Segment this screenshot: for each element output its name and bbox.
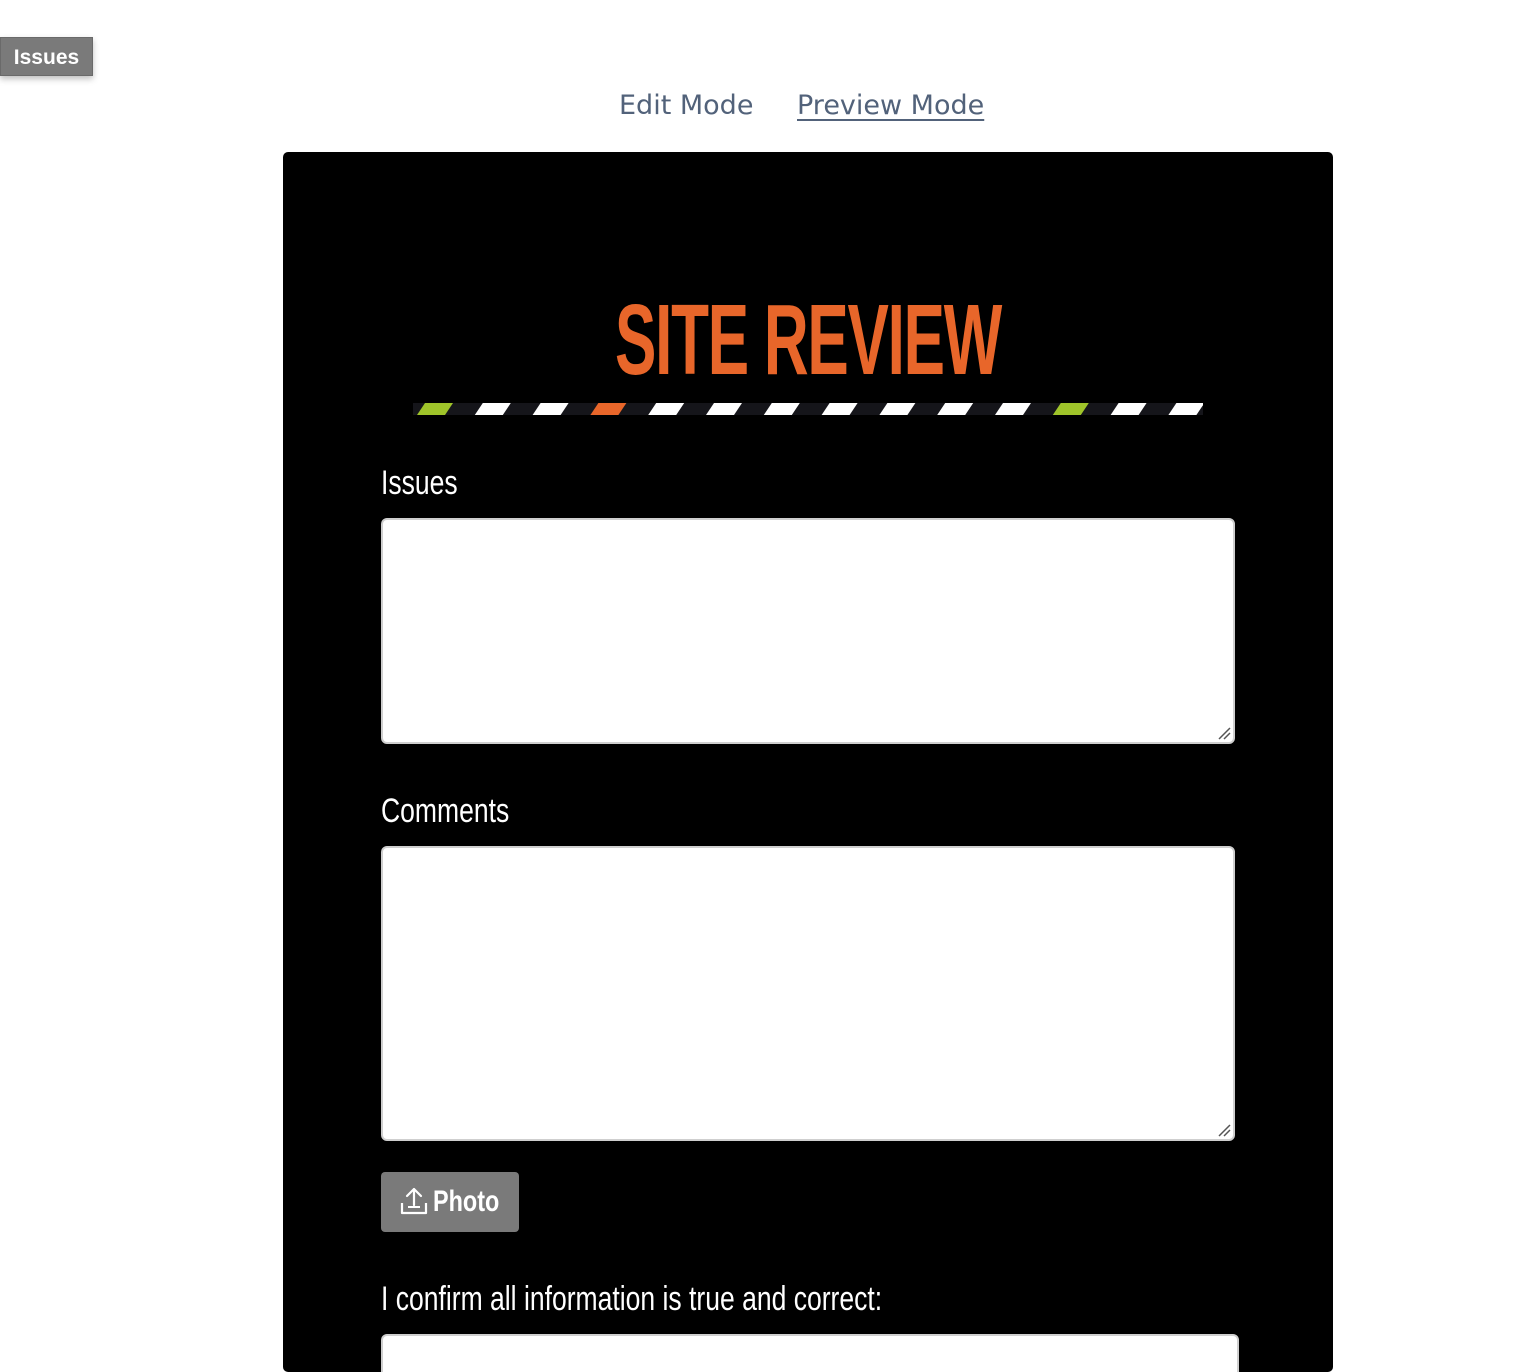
upload-icon xyxy=(400,1187,428,1215)
issues-tab-button[interactable]: Issues xyxy=(0,37,93,76)
preview-mode-link[interactable]: Preview Mode xyxy=(797,84,984,128)
form-card: SITE REVIEW Issues Comments Photo I conf… xyxy=(283,152,1333,1372)
logo-title: SITE REVIEW xyxy=(615,284,1002,396)
resize-grip-icon[interactable] xyxy=(1217,726,1231,740)
comments-label: Comments xyxy=(381,792,510,830)
mode-nav: Edit Mode Preview Mode xyxy=(0,84,1516,128)
issues-label: Issues xyxy=(381,464,458,502)
confirm-signature-field[interactable] xyxy=(381,1334,1239,1372)
edit-mode-link[interactable]: Edit Mode xyxy=(619,84,753,128)
photo-upload-button[interactable]: Photo xyxy=(381,1172,519,1232)
site-review-logo: SITE REVIEW xyxy=(413,282,1203,417)
comments-textarea[interactable] xyxy=(381,846,1235,1141)
confirm-label: I confirm all information is true and co… xyxy=(381,1280,883,1318)
logo-stripe xyxy=(413,403,1203,415)
issues-textarea[interactable] xyxy=(381,518,1235,744)
photo-button-label: Photo xyxy=(433,1185,500,1218)
resize-grip-icon[interactable] xyxy=(1217,1123,1231,1137)
